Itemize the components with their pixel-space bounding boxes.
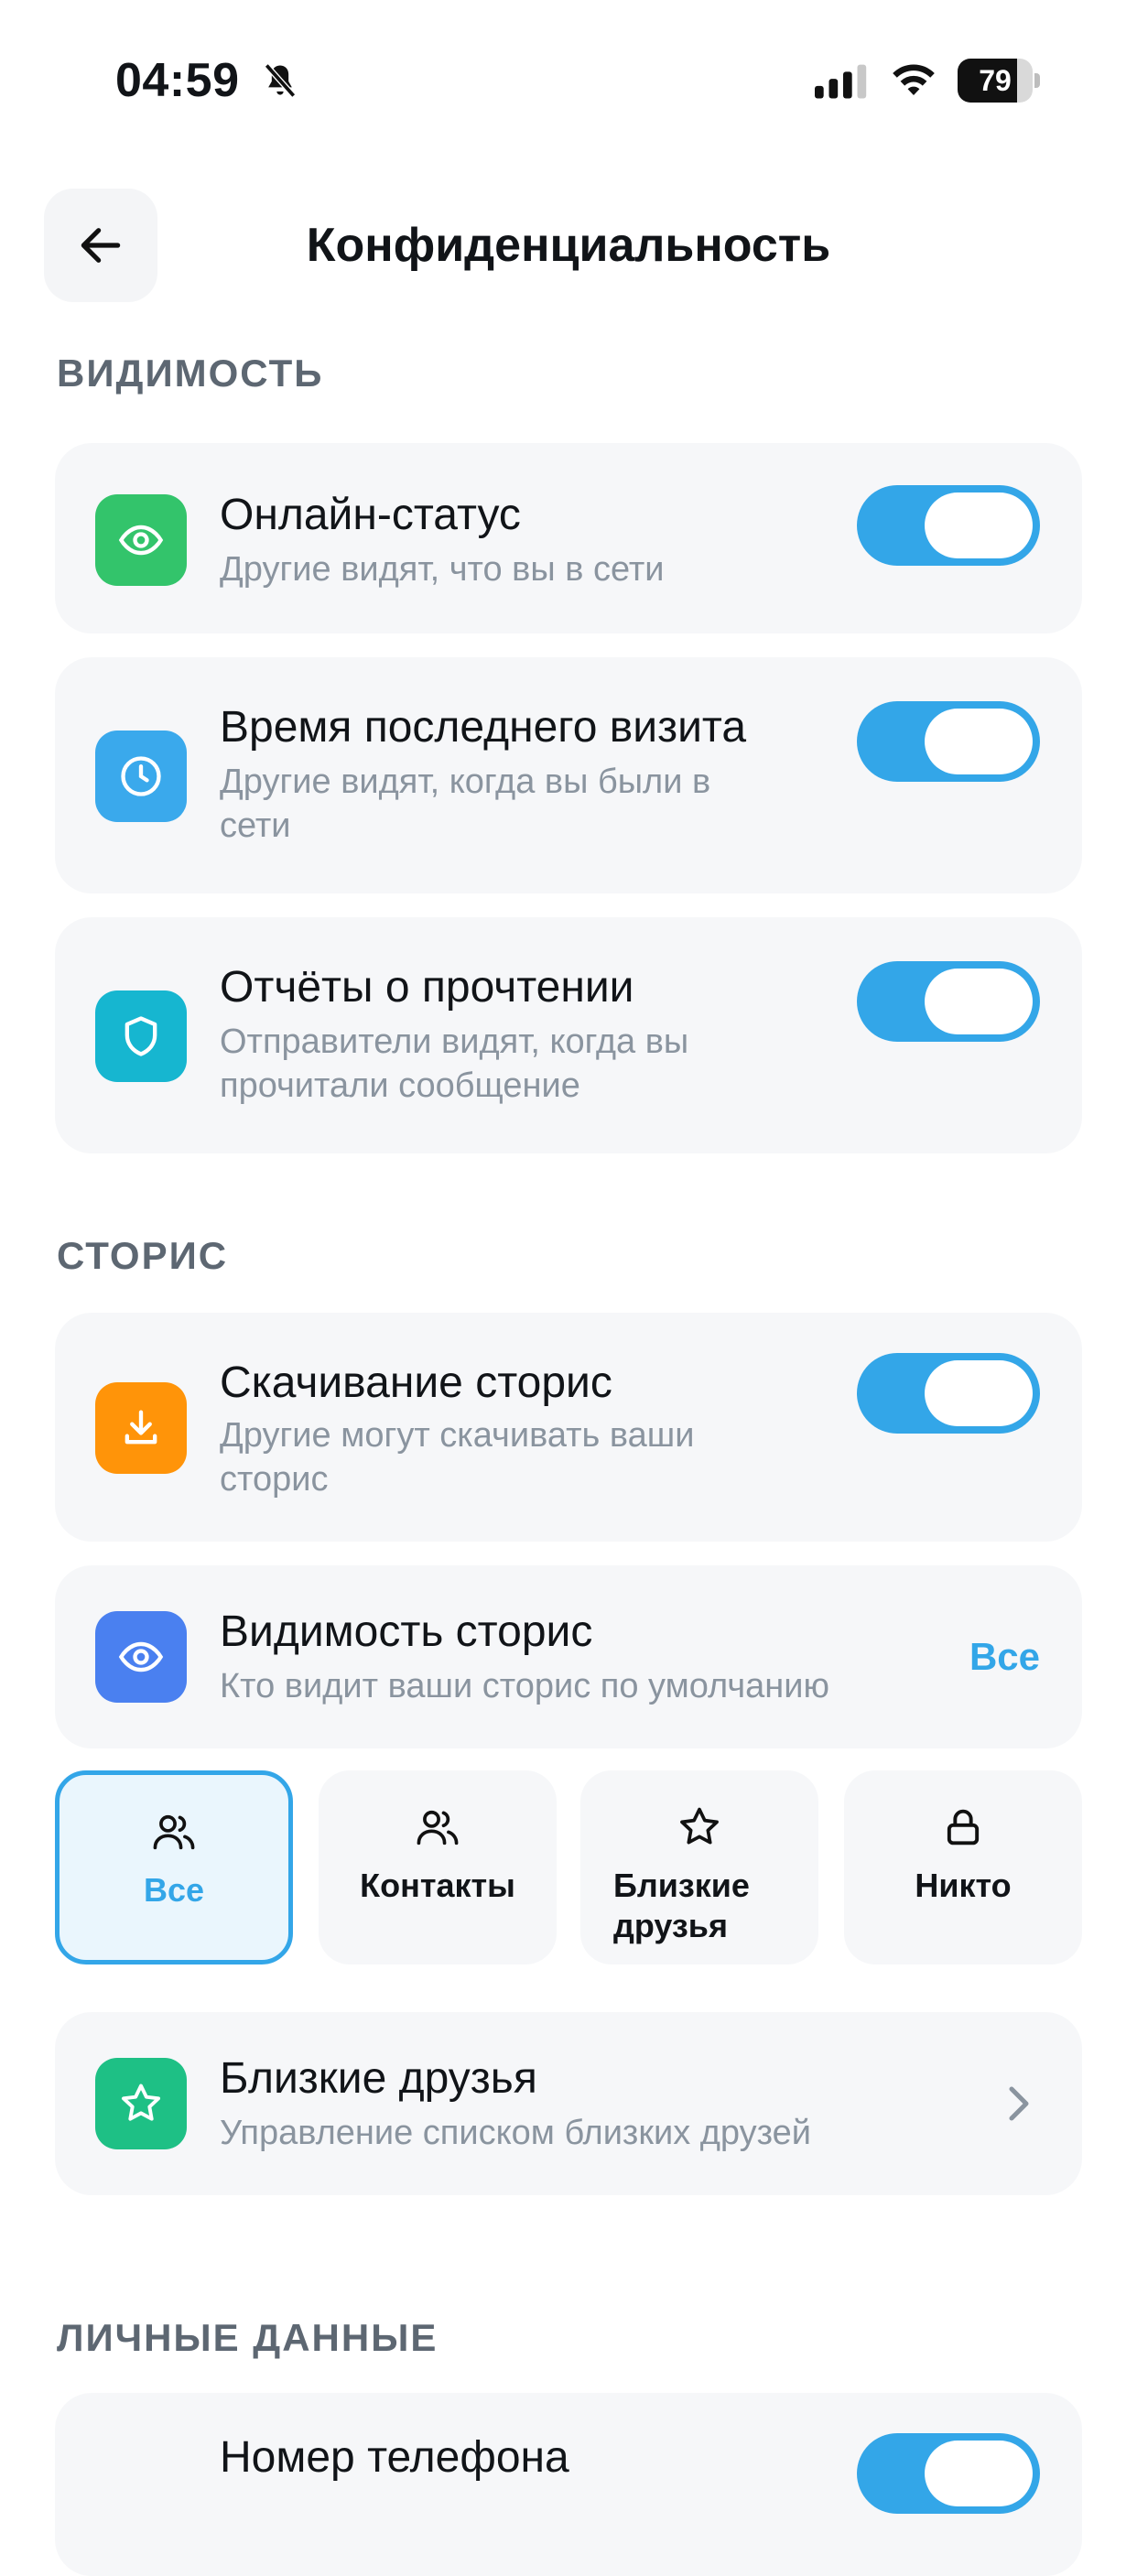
online-status-toggle[interactable] — [857, 485, 1040, 566]
story-visibility-value[interactable]: Все — [969, 1635, 1040, 1679]
story-option-nobody[interactable]: Никто — [844, 1770, 1082, 1964]
lock-icon — [844, 1803, 1082, 1855]
last-seen-toggle[interactable] — [857, 701, 1040, 782]
setting-title: Время последнего визита — [220, 703, 747, 752]
users-icon — [60, 1808, 288, 1859]
star-icon — [95, 2058, 187, 2149]
status-bar: 04:59 79 — [0, 0, 1137, 165]
setting-title: Видимость сторис — [220, 1607, 593, 1656]
setting-online-status[interactable]: Онлайн-статус Другие видят, что вы в сет… — [55, 443, 1082, 633]
story-option-label: Никто — [915, 1867, 1012, 1904]
story-option-close-friends[interactable]: Близкие друзья — [580, 1770, 818, 1964]
users-icon — [319, 1803, 557, 1855]
chevron-right-icon — [1009, 2086, 1029, 2121]
eye-icon — [95, 494, 187, 586]
setting-title: Отчёты о прочтении — [220, 963, 634, 1012]
section-title-personal: ЛИЧНЫЕ ДАННЫЕ — [57, 2316, 439, 2359]
read-receipts-toggle[interactable] — [857, 961, 1040, 1042]
download-icon — [95, 1382, 187, 1474]
setting-title: Скачивание сторис — [220, 1358, 612, 1407]
setting-subtitle: Кто видит ваши сторис по умолчанию — [220, 1667, 830, 1705]
setting-title: Номер телефона — [220, 2433, 569, 2482]
story-option-label: Близкие друзья — [613, 1867, 750, 1944]
setting-subtitle: Другие видят, что вы в сети — [220, 550, 665, 589]
cellular-signal-icon — [815, 64, 867, 99]
eye-icon — [95, 1611, 187, 1703]
setting-last-seen[interactable]: Время последнего визита Другие видят, ко… — [55, 657, 1082, 893]
section-title-visibility: ВИДИМОСТЬ — [57, 352, 324, 395]
battery-percent: 79 — [979, 64, 1012, 97]
setting-story-download[interactable]: Скачивание сторис Другие могут скачивать… — [55, 1313, 1082, 1542]
wifi-icon — [893, 64, 935, 95]
battery-indicator: 79 — [958, 59, 1040, 103]
section-title-stories: СТОРИС — [57, 1234, 229, 1277]
setting-title: Близкие друзья — [220, 2054, 537, 2103]
setting-close-friends[interactable]: Близкие друзья Управление списком близки… — [55, 2012, 1082, 2195]
setting-story-visibility[interactable]: Видимость сторис Кто видит ваши сторис п… — [55, 1565, 1082, 1748]
star-icon — [580, 1803, 818, 1855]
setting-read-receipts[interactable]: Отчёты о прочтении Отправители видят, ко… — [55, 917, 1082, 1153]
story-option-all[interactable]: Все — [55, 1770, 293, 1964]
page-title: Конфиденциальность — [306, 219, 831, 272]
setting-subtitle: Другие видят, когда вы были в сети — [220, 763, 711, 845]
setting-subtitle: Другие могут скачивать ваши сторис — [220, 1416, 695, 1499]
shield-icon — [95, 990, 187, 1082]
story-download-toggle[interactable] — [857, 1353, 1040, 1434]
bell-off-icon — [264, 63, 297, 98]
setting-subtitle: Отправители видят, когда вы прочитали со… — [220, 1023, 689, 1105]
status-time: 04:59 — [115, 54, 240, 107]
setting-subtitle: Управление списком близких друзей — [220, 2114, 811, 2152]
story-option-label: Все — [143, 1871, 205, 1909]
phone-number-toggle[interactable] — [857, 2433, 1040, 2514]
story-option-label: Контакты — [360, 1867, 515, 1904]
story-option-contacts[interactable]: Контакты — [319, 1770, 557, 1964]
setting-title: Онлайн-статус — [220, 491, 521, 539]
setting-phone-number[interactable]: Номер телефона — [55, 2393, 1082, 2576]
clock-icon — [95, 731, 187, 822]
